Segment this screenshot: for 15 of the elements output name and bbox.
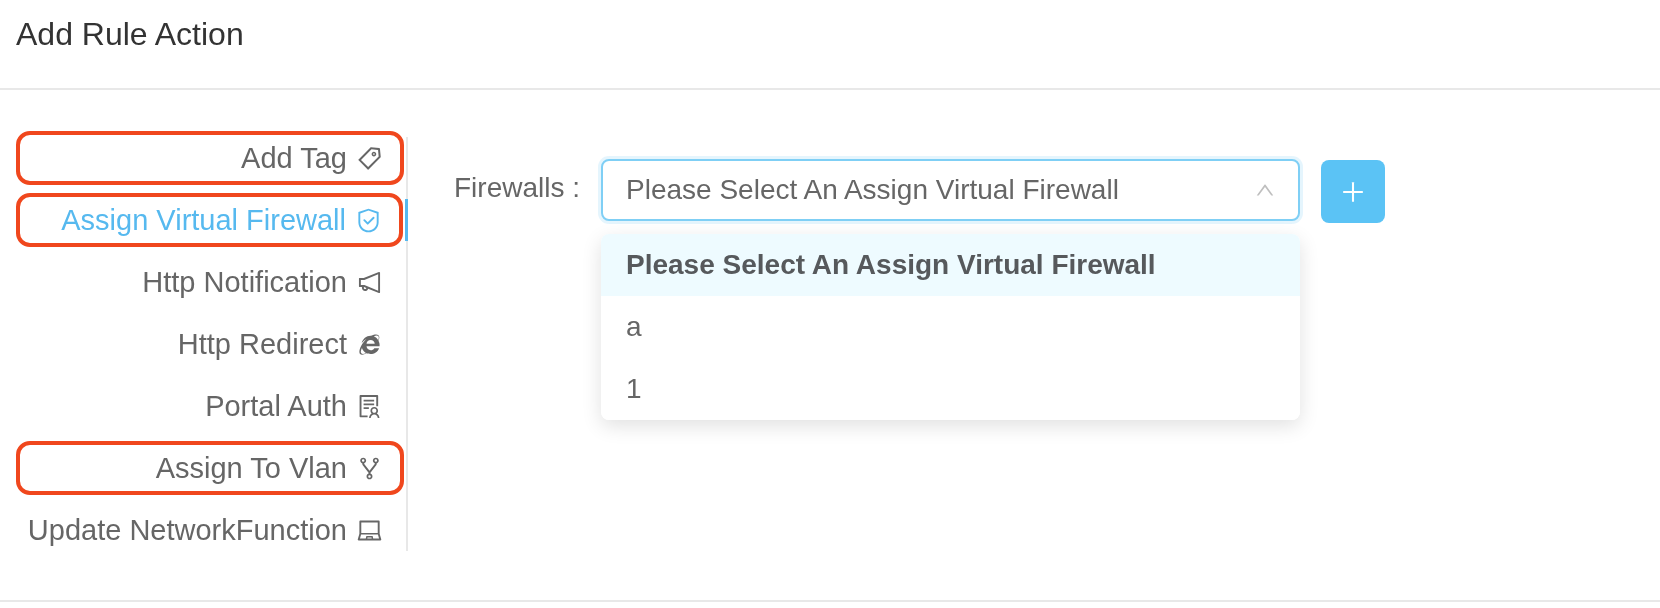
dropdown-option[interactable]: 1 (601, 358, 1300, 420)
sidebar-tab[interactable]: Assign To Vlan (22, 447, 398, 489)
dropdown-option[interactable]: Please Select An Assign Virtual Firewall (601, 234, 1300, 296)
sidebar-tab[interactable]: Update NetworkFunction (22, 509, 398, 551)
select-field[interactable]: Please Select An Assign Virtual Firewall (601, 159, 1300, 221)
sidebar-tab[interactable]: Http Redirect (22, 323, 398, 365)
tag-icon (356, 144, 383, 172)
dialog-title: Add Rule Action (16, 15, 244, 54)
sidebar-tab[interactable]: Portal Auth (22, 385, 398, 427)
sidebar-tab[interactable]: Http Notification (22, 261, 398, 303)
sidebar-tab[interactable]: Add Tag (22, 137, 398, 179)
shield-check-icon (355, 206, 382, 234)
add-button[interactable] (1321, 160, 1385, 223)
dropdown-option[interactable]: a (601, 296, 1300, 358)
field-label: Firewalls : (454, 171, 580, 205)
